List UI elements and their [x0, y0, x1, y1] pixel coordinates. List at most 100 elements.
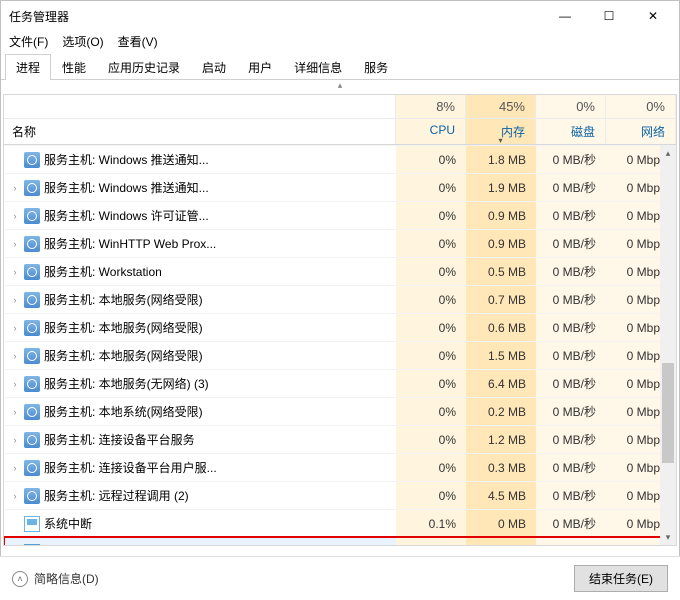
cell-mem: 0 MB	[466, 510, 536, 537]
cell-disk: 0 MB/秒	[536, 398, 606, 425]
chevron-up-icon: ▴	[338, 80, 343, 94]
cell-mem: 0.3 MB	[466, 454, 536, 481]
cell-mem: 4.5 MB	[466, 482, 536, 509]
process-icon	[24, 488, 40, 504]
footer: ˄ 简略信息(D) 结束任务(E)	[0, 556, 680, 600]
table-row[interactable]: ›服务主机: 本地服务(网络受限)0%0.7 MB0 MB/秒0 Mbps	[4, 285, 676, 313]
col-disk-header[interactable]: 磁盘	[536, 119, 606, 144]
process-icon	[24, 320, 40, 336]
process-name: 服务主机: 连接设备平台服务	[44, 431, 195, 448]
expand-chevron-icon[interactable]: ›	[10, 463, 20, 473]
expand-chevron-icon[interactable]: ›	[10, 323, 20, 333]
cell-cpu: 0.1%	[396, 510, 466, 537]
window-title: 任务管理器	[9, 8, 543, 25]
cell-mem: 0.9 MB	[466, 202, 536, 229]
process-icon	[24, 348, 40, 364]
expand-chevron-icon[interactable]: ›	[10, 239, 20, 249]
expand-chevron-icon[interactable]: ›	[10, 379, 20, 389]
expand-chevron-icon[interactable]: ›	[10, 351, 20, 361]
col-disk-pct[interactable]: 0%	[536, 95, 606, 118]
table-row[interactable]: ›服务主机: Windows 推送通知...0%1.9 MB0 MB/秒0 Mb…	[4, 173, 676, 201]
process-icon	[24, 544, 40, 546]
col-mem-header[interactable]: 内存	[466, 119, 536, 144]
scroll-track[interactable]	[660, 161, 676, 529]
tab-users[interactable]: 用户	[237, 54, 283, 80]
cell-cpu: 0%	[396, 202, 466, 229]
process-name: 服务主机: 本地服务(无网络) (3)	[44, 375, 209, 392]
process-name: 服务主机: Windows 推送通知...	[44, 179, 209, 196]
cell-disk: 0 MB/秒	[536, 286, 606, 313]
close-button[interactable]: ✕	[631, 2, 675, 30]
table-row[interactable]: ›服务主机: 本地服务(网络受限)0%0.6 MB0 MB/秒0 Mbps	[4, 313, 676, 341]
menu-view[interactable]: 查看(V)	[118, 33, 158, 50]
tab-performance[interactable]: 性能	[51, 54, 97, 80]
process-name: 服务主机: WinHTTP Web Prox...	[44, 235, 216, 252]
table-row[interactable]: ›服务主机: 本地服务(无网络) (3)0%6.4 MB0 MB/秒0 Mbps	[4, 369, 676, 397]
vertical-scrollbar[interactable]: ▴ ▾	[660, 145, 676, 545]
cell-disk: 0 MB/秒	[536, 510, 606, 537]
fewer-details-label: 简略信息(D)	[34, 570, 99, 587]
tab-services[interactable]: 服务	[353, 54, 399, 80]
table-row[interactable]: ›服务主机: 本地服务(网络受限)0%1.5 MB0 MB/秒0 Mbps	[4, 341, 676, 369]
tab-processes[interactable]: 进程	[5, 54, 51, 80]
expand-chevron-icon[interactable]: ›	[10, 295, 20, 305]
menu-options[interactable]: 选项(O)	[62, 33, 103, 50]
cell-disk: 0 MB/秒	[536, 314, 606, 341]
col-mem-pct[interactable]: 45%	[466, 95, 536, 118]
col-net-header[interactable]: 网络	[606, 119, 676, 144]
tab-apphistory[interactable]: 应用历史记录	[97, 54, 191, 80]
cell-cpu: 0.8%	[396, 538, 466, 545]
expand-chevron-icon[interactable]: ›	[10, 407, 20, 417]
minimize-button[interactable]: —	[543, 2, 587, 30]
table-row[interactable]: 桌面窗口管理器0.8%14.7 MB0 MB/秒0 Mbps	[4, 537, 676, 545]
expand-chevron-icon[interactable]: ›	[10, 183, 20, 193]
col-name-spacer	[4, 95, 396, 118]
table-row[interactable]: ›服务主机: Workstation0%0.5 MB0 MB/秒0 Mbps	[4, 257, 676, 285]
expand-chevron-icon[interactable]: ›	[10, 211, 20, 221]
titlebar: 任务管理器 — ☐ ✕	[1, 1, 679, 31]
col-cpu-header[interactable]: CPU	[396, 119, 466, 144]
col-cpu-pct[interactable]: 8%	[396, 95, 466, 118]
process-name: 服务主机: 连接设备平台用户服...	[44, 459, 217, 476]
col-net-pct[interactable]: 0%	[606, 95, 676, 118]
cell-mem: 1.5 MB	[466, 342, 536, 369]
table-row[interactable]: ›服务主机: 连接设备平台服务0%1.2 MB0 MB/秒0 Mbps	[4, 425, 676, 453]
table-row[interactable]: ›服务主机: WinHTTP Web Prox...0%0.9 MB0 MB/秒…	[4, 229, 676, 257]
process-name: 服务主机: 本地服务(网络受限)	[44, 347, 203, 364]
cell-cpu: 0%	[396, 174, 466, 201]
process-icon	[24, 264, 40, 280]
expand-chevron-icon[interactable]: ›	[10, 435, 20, 445]
cell-disk: 0 MB/秒	[536, 342, 606, 369]
cell-cpu: 0%	[396, 230, 466, 257]
table-row[interactable]: ›服务主机: 本地系统(网络受限)0%0.2 MB0 MB/秒0 Mbps	[4, 397, 676, 425]
expand-chevron-icon[interactable]: ›	[10, 491, 20, 501]
process-name: 服务主机: 远程过程调用 (2)	[44, 487, 189, 504]
process-name: 系统中断	[44, 515, 92, 532]
table-row[interactable]: 服务主机: Windows 推送通知...0%1.8 MB0 MB/秒0 Mbp…	[4, 145, 676, 173]
table-row[interactable]: 系统中断0.1%0 MB0 MB/秒0 Mbps	[4, 509, 676, 537]
process-grid: 8% 45% 0% 0% 名称 CPU 内存 磁盘 网络 服务主机: Windo…	[3, 94, 677, 546]
end-task-button[interactable]: 结束任务(E)	[574, 565, 668, 592]
col-name-header[interactable]: 名称	[4, 119, 396, 144]
scroll-down-icon[interactable]: ▾	[660, 529, 676, 545]
process-icon	[24, 236, 40, 252]
table-row[interactable]: ›服务主机: 远程过程调用 (2)0%4.5 MB0 MB/秒0 Mbps	[4, 481, 676, 509]
process-icon	[24, 180, 40, 196]
scroll-thumb[interactable]	[662, 363, 674, 463]
menu-file[interactable]: 文件(F)	[9, 33, 48, 50]
maximize-button[interactable]: ☐	[587, 2, 631, 30]
fewer-details[interactable]: ˄ 简略信息(D)	[12, 570, 99, 587]
tab-startup[interactable]: 启动	[191, 54, 237, 80]
table-row[interactable]: ›服务主机: 连接设备平台用户服...0%0.3 MB0 MB/秒0 Mbps	[4, 453, 676, 481]
cell-cpu: 0%	[396, 258, 466, 285]
cell-cpu: 0%	[396, 342, 466, 369]
tabs: 进程 性能 应用历史记录 启动 用户 详细信息 服务	[1, 54, 679, 80]
process-icon	[24, 208, 40, 224]
table-row[interactable]: ›服务主机: Windows 许可证管...0%0.9 MB0 MB/秒0 Mb…	[4, 201, 676, 229]
expand-chevron-icon[interactable]: ›	[10, 267, 20, 277]
cell-disk: 0 MB/秒	[536, 202, 606, 229]
tab-details[interactable]: 详细信息	[283, 54, 353, 80]
scroll-up-icon[interactable]: ▴	[660, 145, 676, 161]
cell-mem: 0.9 MB	[466, 230, 536, 257]
menubar: 文件(F) 选项(O) 查看(V)	[1, 31, 679, 52]
